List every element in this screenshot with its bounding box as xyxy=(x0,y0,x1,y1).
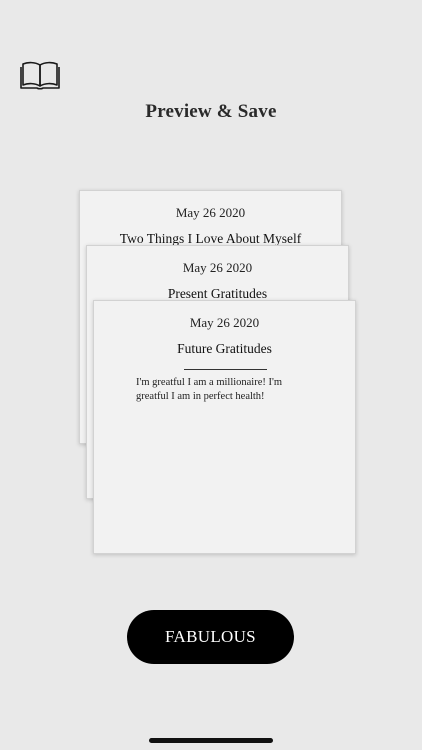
card-body-text: I'm greatful I am a millionaire! I'm gre… xyxy=(136,377,283,402)
gratitude-card[interactable]: May 26 2020 Future Gratitudes I'm greatf… xyxy=(93,300,356,554)
card-date: May 26 2020 xyxy=(175,205,246,220)
fabulous-button[interactable]: FABULOUS xyxy=(127,610,294,664)
page-title: Preview & Save xyxy=(145,101,277,122)
card-date: May 26 2020 xyxy=(189,315,260,330)
home-indicator[interactable] xyxy=(149,738,273,743)
book-icon[interactable] xyxy=(20,60,60,90)
card-heading: Future Gratitudes xyxy=(177,341,272,356)
card-date: May 26 2020 xyxy=(182,260,253,275)
divider xyxy=(184,369,267,370)
